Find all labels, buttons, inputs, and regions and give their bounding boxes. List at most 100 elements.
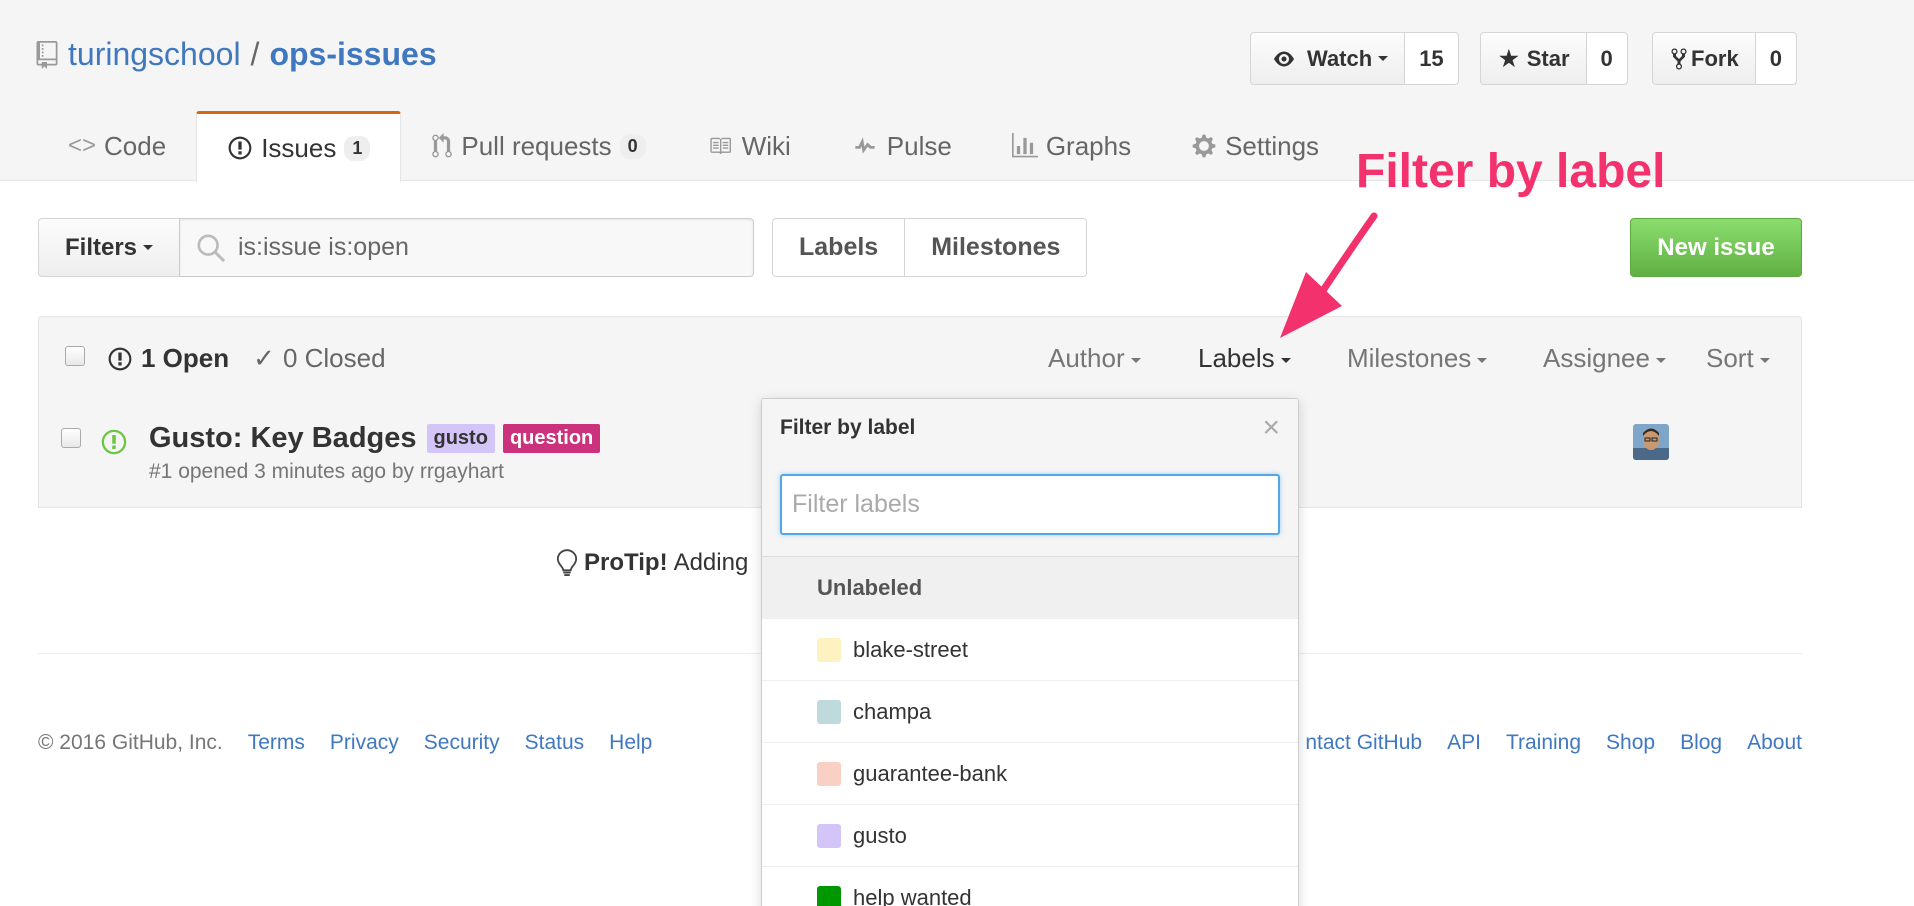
search-icon — [197, 234, 226, 262]
closed-count-label: 0 Closed — [282, 343, 386, 373]
graph-icon — [1011, 133, 1038, 158]
issues-table-header: 1 Open ✓ 0 Closed Author Labels Mileston… — [38, 316, 1802, 401]
fork-button-group: Fork 0 — [1652, 32, 1797, 85]
milestones-link[interactable]: Milestones — [904, 219, 1086, 276]
menu-item-label: champa — [853, 698, 932, 724]
tab-pulse[interactable]: Pulse — [821, 111, 982, 181]
menu-item-label: blake-street — [853, 636, 968, 662]
footer-link-blog[interactable]: Blog — [1680, 731, 1722, 755]
author-filter[interactable]: Author — [1048, 343, 1141, 374]
tab-pulse-label: Pulse — [886, 130, 952, 161]
footer-link-help[interactable]: Help — [609, 731, 652, 755]
tab-issues[interactable]: Issues 1 — [196, 111, 402, 182]
label-color-swatch — [817, 699, 841, 724]
watch-count[interactable]: 15 — [1405, 33, 1458, 84]
menu-item-label: Unlabeled — [817, 574, 923, 600]
pull-requests-counter: 0 — [619, 133, 646, 159]
issue-opened-icon — [228, 136, 252, 160]
tab-graphs[interactable]: Graphs — [982, 111, 1161, 181]
repo-title: turingschool / ops-issues — [36, 36, 437, 73]
issue-states: 1 Open ✓ 0 Closed — [107, 343, 386, 374]
tab-settings[interactable]: Settings — [1161, 111, 1349, 181]
close-icon[interactable]: × — [1262, 411, 1280, 445]
book-icon — [710, 137, 731, 155]
issue-title-link[interactable]: Gusto: Key Badges — [149, 422, 417, 455]
footer-link-contact[interactable]: ntact GitHub — [1305, 731, 1422, 755]
open-issues-link[interactable]: 1 Open — [107, 343, 229, 374]
issue-search — [179, 218, 754, 277]
open-count-label: 1 Open — [141, 343, 230, 373]
labels-filter-label: Labels — [1198, 343, 1275, 373]
tab-settings-label: Settings — [1225, 130, 1320, 161]
menu-item-guarantee-bank[interactable]: guarantee-bank — [762, 743, 1298, 805]
watch-label: Watch — [1307, 45, 1373, 71]
star-button[interactable]: ★ Star — [1481, 33, 1587, 84]
closed-issues-link[interactable]: ✓ 0 Closed — [253, 343, 385, 374]
issue-title-row: Gusto: Key Badges gusto question — [149, 422, 601, 455]
gear-icon — [1192, 134, 1216, 158]
repo-owner-link[interactable]: turingschool — [68, 36, 241, 73]
issue-label-question[interactable]: question — [502, 424, 601, 453]
watch-button[interactable]: Watch — [1251, 33, 1406, 84]
label-filter-dropdown: Filter by label × Unlabeled blake-street… — [761, 398, 1299, 906]
footer-link-security[interactable]: Security — [424, 731, 500, 755]
labels-link[interactable]: Labels — [773, 219, 904, 276]
protip-text: Adding — [673, 549, 749, 576]
sort-filter[interactable]: Sort — [1706, 343, 1770, 374]
tab-pull-requests[interactable]: Pull requests 0 — [401, 111, 675, 181]
footer-link-training[interactable]: Training — [1506, 731, 1581, 755]
filters-button[interactable]: Filters — [38, 218, 180, 277]
chevron-down-icon — [1280, 357, 1291, 363]
dropdown-header: Filter by label × — [762, 399, 1298, 456]
select-all-checkbox[interactable] — [65, 346, 85, 366]
footer-link-shop[interactable]: Shop — [1606, 731, 1655, 755]
tab-issues-label: Issues — [261, 132, 337, 163]
menu-item-gusto[interactable]: gusto — [762, 805, 1298, 867]
star-button-group: ★ Star 0 — [1480, 32, 1628, 85]
menu-item-unlabeled[interactable]: Unlabeled — [762, 557, 1298, 619]
code-icon: <> — [68, 132, 97, 159]
footer-link-privacy[interactable]: Privacy — [330, 731, 399, 755]
protip-lead: ProTip! — [584, 549, 668, 576]
menu-item-label: guarantee-bank — [853, 760, 1008, 786]
label-color-swatch — [817, 885, 841, 906]
menu-item-blake-street[interactable]: blake-street — [762, 619, 1298, 681]
filter-labels-input[interactable] — [780, 474, 1280, 535]
avatar[interactable] — [1633, 424, 1669, 460]
sort-filter-label: Sort — [1706, 343, 1754, 373]
search-input[interactable] — [238, 233, 718, 262]
fork-label: Fork — [1691, 45, 1739, 71]
chevron-down-icon — [1130, 357, 1141, 363]
menu-item-help-wanted[interactable]: help wanted — [762, 867, 1298, 906]
footer-link-status[interactable]: Status — [525, 731, 585, 755]
repo-name-link[interactable]: ops-issues — [269, 36, 436, 73]
menu-item-label: gusto — [853, 822, 907, 848]
tab-wiki[interactable]: Wiki — [676, 111, 821, 181]
new-issue-button[interactable]: New issue — [1630, 218, 1802, 277]
footer-left: © 2016 GitHub, Inc. Terms Privacy Securi… — [38, 731, 652, 755]
issues-counter: 1 — [344, 135, 371, 161]
fork-button[interactable]: Fork — [1653, 33, 1756, 84]
label-color-swatch — [817, 761, 841, 786]
footer-link-terms[interactable]: Terms — [248, 731, 305, 755]
label-color-swatch — [817, 637, 841, 662]
avatar-image-icon — [1633, 424, 1669, 460]
watch-button-group: Watch 15 — [1250, 32, 1459, 85]
issue-label-gusto[interactable]: gusto — [426, 424, 495, 453]
issue-checkbox[interactable] — [61, 428, 81, 448]
repo-nav: <> Code Issues 1 Pull requests 0 Wiki Pu… — [38, 111, 1349, 182]
menu-item-champa[interactable]: champa — [762, 681, 1298, 743]
chevron-down-icon — [1378, 56, 1389, 61]
dropdown-title: Filter by label — [780, 415, 916, 439]
filters-label: Filters — [64, 233, 138, 261]
tab-code[interactable]: <> Code — [38, 111, 196, 181]
fork-count[interactable]: 0 — [1755, 33, 1796, 84]
star-count[interactable]: 0 — [1586, 33, 1627, 84]
assignee-filter[interactable]: Assignee — [1543, 343, 1666, 374]
footer-link-about[interactable]: About — [1747, 731, 1802, 755]
repo-book-icon — [36, 40, 58, 69]
lightbulb-icon — [556, 549, 578, 577]
issue-opened-icon — [101, 429, 127, 455]
footer-link-api[interactable]: API — [1447, 731, 1481, 755]
protip: ProTip! Adding — [556, 548, 748, 578]
